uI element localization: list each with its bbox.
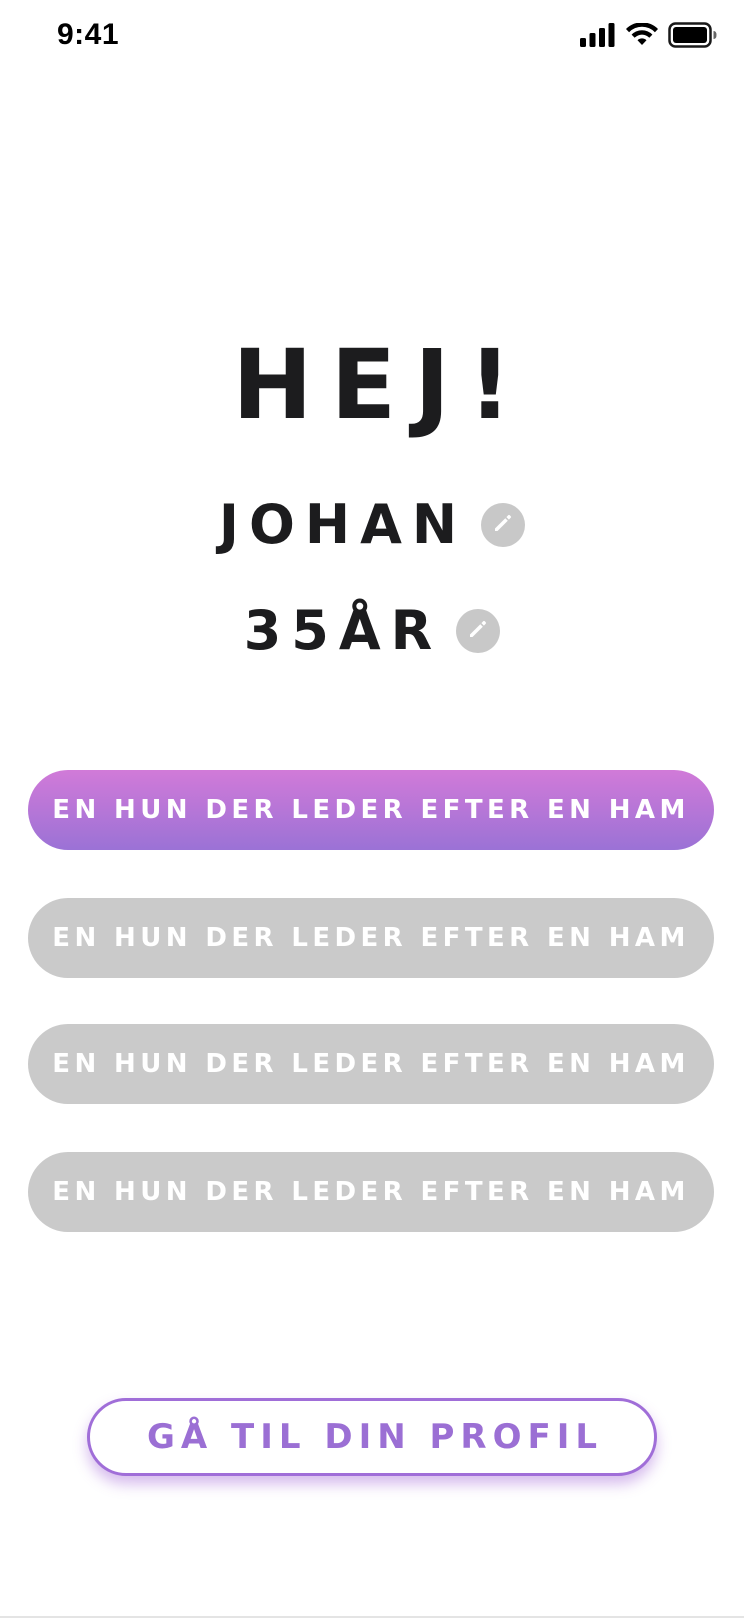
status-bar: 9:41 <box>0 0 744 80</box>
user-age: 35ÅR <box>243 599 443 662</box>
cellular-signal-icon <box>580 23 616 51</box>
go-to-profile-button[interactable]: GÅ TIL DIN PROFIL <box>87 1398 657 1476</box>
edit-age-button[interactable] <box>456 609 501 653</box>
pencil-icon <box>467 618 489 644</box>
wifi-icon <box>626 22 658 51</box>
option-button-3[interactable]: EN HUN DER LEDER EFTER EN HAM <box>28 1024 714 1104</box>
edit-name-button[interactable] <box>481 503 526 547</box>
option-label: EN HUN DER LEDER EFTER EN HAM <box>52 795 690 825</box>
option-button-2[interactable]: EN HUN DER LEDER EFTER EN HAM <box>28 898 714 978</box>
go-to-profile-label: GÅ TIL DIN PROFIL <box>146 1417 604 1457</box>
option-button-4[interactable]: EN HUN DER LEDER EFTER EN HAM <box>28 1152 714 1232</box>
battery-icon <box>668 22 718 52</box>
pencil-icon <box>492 512 514 538</box>
user-name: JOHAN <box>218 493 468 556</box>
status-time: 9:41 <box>57 18 120 51</box>
status-icons <box>580 22 718 52</box>
greeting-title: HEJ! <box>232 329 530 441</box>
age-row: 35ÅR <box>0 596 744 666</box>
option-label: EN HUN DER LEDER EFTER EN HAM <box>52 923 690 953</box>
option-label: EN HUN DER LEDER EFTER EN HAM <box>52 1177 690 1207</box>
option-label: EN HUN DER LEDER EFTER EN HAM <box>52 1049 690 1079</box>
name-row: JOHAN <box>0 490 744 560</box>
option-button-1[interactable]: EN HUN DER LEDER EFTER EN HAM <box>28 770 714 850</box>
